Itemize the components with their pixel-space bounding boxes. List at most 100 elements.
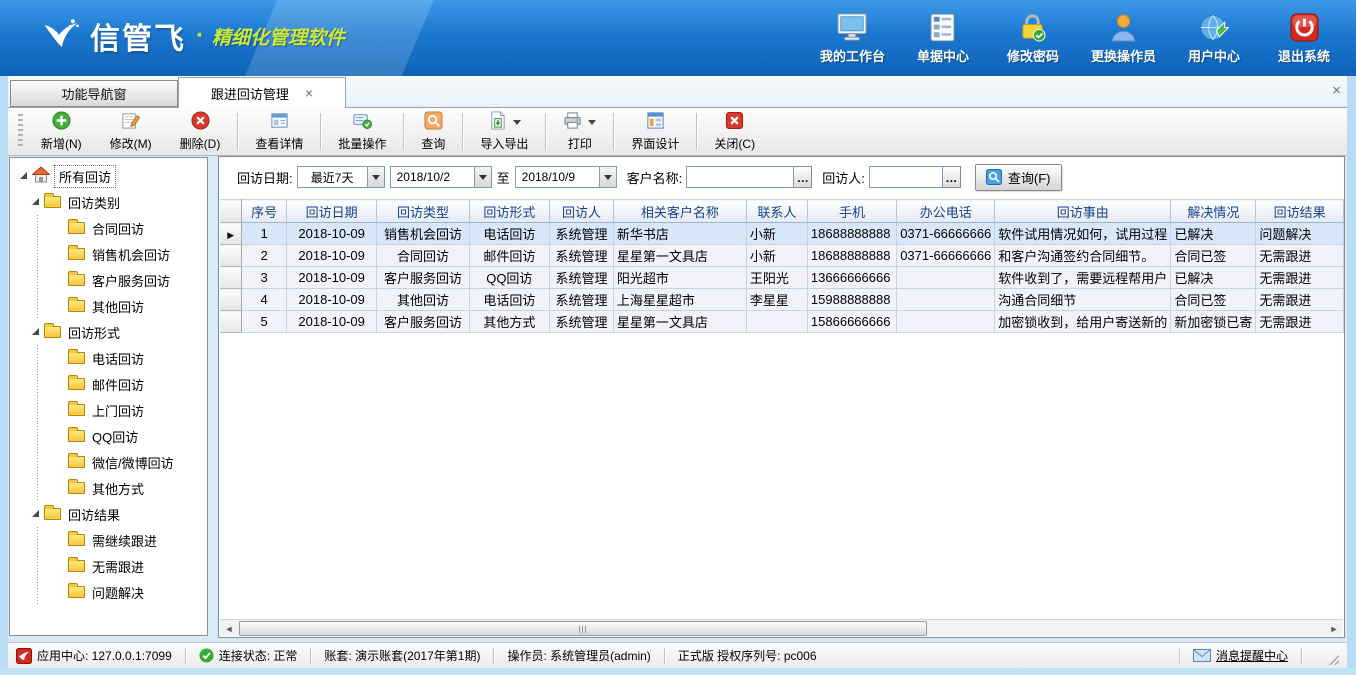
toolbar-button-close-red[interactable]: 关闭(C) (700, 108, 769, 155)
tree-group-3[interactable]: 回访结果 (10, 501, 207, 527)
statusbar-divider (1301, 648, 1302, 664)
nav-item-3[interactable]: 修改密码 (1001, 9, 1065, 65)
tree-item[interactable]: QQ回访 (10, 423, 207, 449)
tree-item[interactable]: 其他方式 (10, 475, 207, 501)
nav-item-4[interactable]: 更换操作员 (1091, 9, 1156, 65)
customer-browse-button[interactable]: … (794, 166, 812, 188)
toolbar-button-add[interactable]: 新增(N) (27, 108, 96, 155)
nav-item-5[interactable]: 用户中心 (1182, 9, 1246, 65)
column-header[interactable]: 相关客户名称 (613, 200, 746, 223)
tree-item[interactable]: 需继续跟进 (10, 527, 207, 553)
table-cell: 无需跟进 (1256, 289, 1344, 311)
message-center-link[interactable]: 消息提醒中心 (1193, 647, 1288, 664)
dropdown-arrow-icon[interactable] (474, 167, 491, 187)
table-cell: 邮件回访 (469, 245, 549, 267)
tree-item[interactable]: 微信/微博回访 (10, 449, 207, 475)
toolbar-button-delete[interactable]: 删除(D) (166, 108, 235, 155)
date-range-combo[interactable]: 最近7天 (297, 166, 385, 188)
tree-item[interactable]: 其他回访 (10, 293, 207, 319)
tree-root-all-visits[interactable]: 所有回访 (10, 163, 207, 189)
column-header[interactable]: 回访类型 (377, 200, 469, 223)
column-header[interactable]: 回访日期 (286, 200, 377, 223)
table-cell: 0371-66666666 (897, 245, 995, 267)
visitor-input[interactable] (869, 166, 943, 188)
date-from-combo[interactable]: 2018/10/2 (390, 166, 492, 188)
column-header[interactable]: 解决情况 (1171, 200, 1256, 223)
visitor-browse-button[interactable]: … (943, 166, 961, 188)
tree-item[interactable]: 合同回访 (10, 215, 207, 241)
horizontal-scrollbar[interactable] (220, 619, 1343, 636)
date-to-value: 2018/10/9 (516, 170, 599, 184)
toolbar-button-print[interactable]: 打印 (549, 108, 610, 155)
row-selector[interactable] (220, 311, 242, 333)
table-row[interactable]: 42018-10-09其他回访电话回访系统管理上海星星超市李星星15988888… (220, 289, 1344, 311)
nav-item-2[interactable]: 单据中心 (911, 9, 975, 65)
tree-expand-icon[interactable] (32, 510, 39, 517)
tree-group-1[interactable]: 回访类别 (10, 189, 207, 215)
column-header[interactable]: 手机 (807, 200, 896, 223)
toolbar-button-query[interactable]: 查询 (407, 108, 459, 155)
table-cell: 客户服务回访 (377, 311, 469, 333)
table-row[interactable]: 22018-10-09合同回访邮件回访系统管理星星第一文具店小新18688888… (220, 245, 1344, 267)
tree-item[interactable]: 无需跟进 (10, 553, 207, 579)
scroll-right-icon[interactable] (1326, 621, 1342, 636)
table-row[interactable]: 12018-10-09销售机会回访电话回访系统管理新华书店小新186888888… (220, 223, 1344, 245)
tabbar-close-icon[interactable]: × (1332, 82, 1341, 99)
tree-item[interactable]: 客户服务回访 (10, 267, 207, 293)
dropdown-caret-icon[interactable] (513, 120, 521, 125)
table-cell: 电话回访 (469, 223, 549, 245)
toolbar-button-import-export[interactable]: 导入导出 (466, 108, 542, 155)
dropdown-arrow-icon[interactable] (367, 167, 384, 187)
tab-close-icon[interactable]: × (305, 86, 313, 100)
row-selector[interactable] (220, 267, 242, 289)
scrollbar-thumb[interactable] (239, 621, 927, 636)
scroll-left-icon[interactable] (221, 621, 237, 636)
tree-item-label: 需继续跟进 (92, 531, 157, 550)
table-cell: 销售机会回访 (377, 223, 469, 245)
tab-followup-management[interactable]: 跟进回访管理 × (178, 77, 346, 108)
toolbar-button-edit[interactable]: 修改(M) (96, 108, 166, 155)
toolbar-grip[interactable] (18, 114, 23, 149)
tree-item[interactable]: 销售机会回访 (10, 241, 207, 267)
nav-item-1[interactable]: 我的工作台 (820, 9, 885, 65)
table-row[interactable]: 52018-10-09客户服务回访其他方式系统管理星星第一文具店15866666… (220, 311, 1344, 333)
tree-item[interactable]: 邮件回访 (10, 371, 207, 397)
toolbar-button-ui-design[interactable]: 界面设计 (617, 108, 693, 155)
column-header[interactable]: 回访人 (550, 200, 614, 223)
column-header[interactable]: 序号 (242, 200, 287, 223)
resize-grip[interactable] (1329, 655, 1339, 665)
column-header[interactable]: 回访结果 (1256, 200, 1344, 223)
dropdown-arrow-icon[interactable] (599, 167, 616, 187)
customer-name-input[interactable] (686, 166, 794, 188)
row-selector[interactable] (220, 245, 242, 267)
dropdown-caret-icon[interactable] (588, 120, 596, 125)
table-cell: 其他方式 (469, 311, 549, 333)
tree-expand-icon[interactable] (20, 172, 27, 179)
tab-function-nav[interactable]: 功能导航窗 (10, 80, 178, 107)
column-header[interactable]: 回访形式 (469, 200, 549, 223)
window-edge-bottom (0, 668, 1356, 675)
tree-item[interactable]: 电话回访 (10, 345, 207, 371)
table-cell: 系统管理 (550, 289, 614, 311)
toolbar-button-batch-operate[interactable]: 批量操作 (324, 108, 400, 155)
tab-bar: 功能导航窗 跟进回访管理 × × (8, 76, 1347, 108)
column-header[interactable]: 办公电话 (897, 200, 995, 223)
tree-item[interactable]: 上门回访 (10, 397, 207, 423)
search-button[interactable]: 查询(F) (975, 164, 1062, 191)
tree-expand-icon[interactable] (32, 328, 39, 335)
tree-item[interactable]: 问题解决 (10, 579, 207, 605)
row-selector[interactable] (220, 289, 242, 311)
toolbar-button-view-detail[interactable]: 查看详情 (241, 108, 317, 155)
date-to-combo[interactable]: 2018/10/9 (515, 166, 617, 188)
row-selector[interactable] (220, 223, 242, 245)
column-header[interactable]: 联系人 (746, 200, 807, 223)
app-header: 信管飞 · 精细化管理软件 我的工作台单据中心修改密码更换操作员用户中心退出系统 (0, 0, 1356, 76)
tree-expand-icon[interactable] (32, 198, 39, 205)
table-cell: 问题解决 (1256, 223, 1344, 245)
statusbar-divider (493, 648, 494, 664)
nav-item-6[interactable]: 退出系统 (1272, 9, 1336, 65)
toolbar-button-label: 查看详情 (255, 135, 303, 152)
column-header[interactable]: 回访事由 (995, 200, 1171, 223)
tree-group-2[interactable]: 回访形式 (10, 319, 207, 345)
table-row[interactable]: 32018-10-09客户服务回访QQ回访系统管理阳光超市王阳光13666666… (220, 267, 1344, 289)
